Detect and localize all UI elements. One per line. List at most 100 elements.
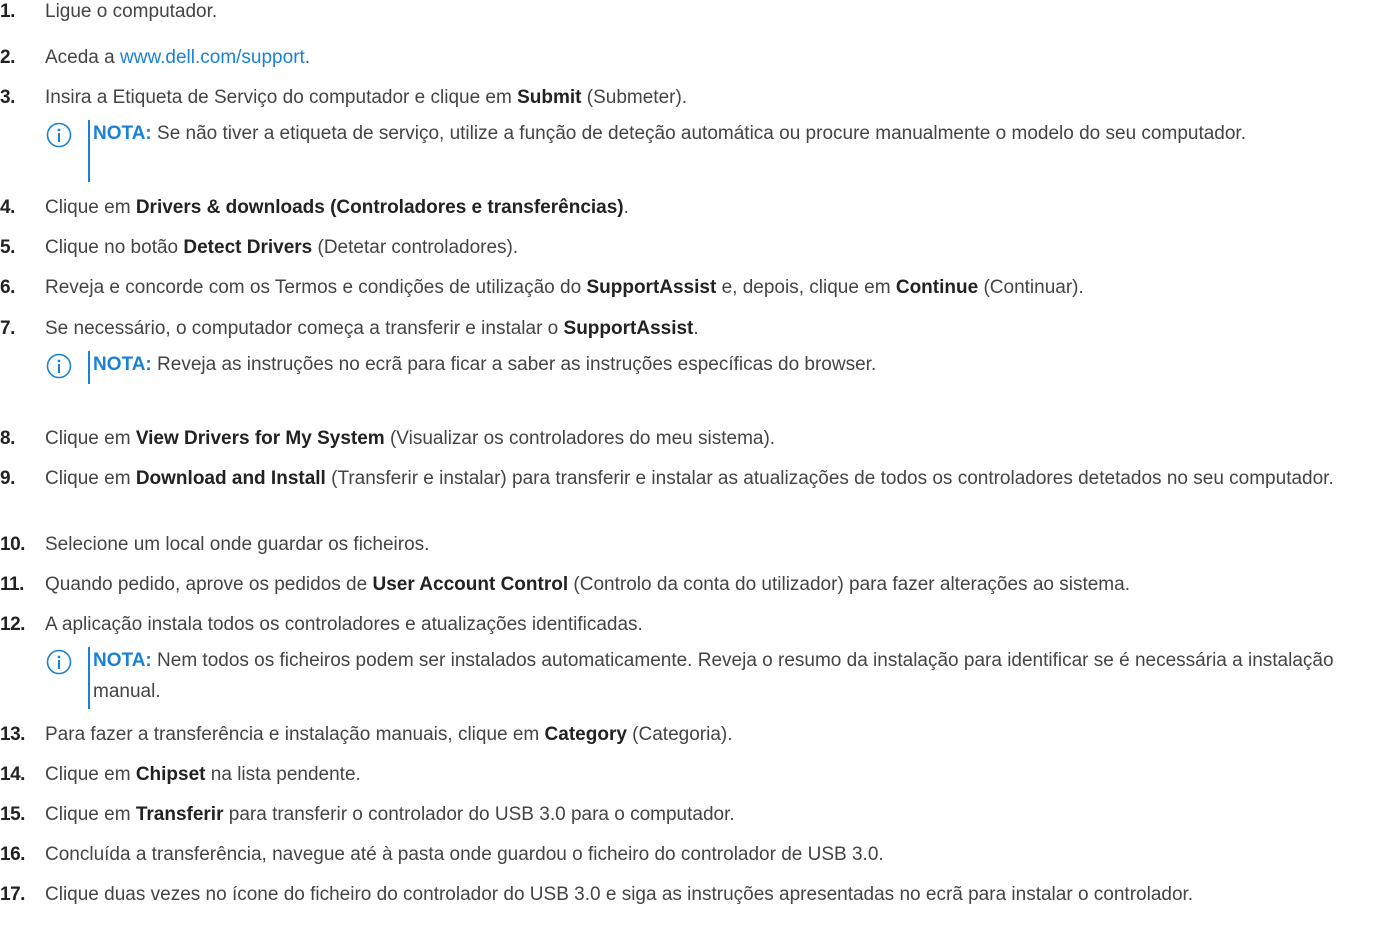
step-number: 7. <box>0 318 15 339</box>
step-text: Clique em Drivers & downloads (Controlad… <box>45 194 1380 221</box>
note-label: NOTA: <box>93 123 152 144</box>
step-number: 15. <box>0 804 25 825</box>
note-body: Se não tiver a etiqueta de serviço, util… <box>151 123 1246 144</box>
step-text: Aceda a www.dell.com/support. <box>45 44 1380 71</box>
step-text-run: . <box>623 197 629 218</box>
step-text-run: (Visualizar os controladores do meu sist… <box>384 428 776 449</box>
note-label: NOTA: <box>93 354 152 375</box>
step-6: 6. Reveja e concorde com os Termos e cond… <box>0 274 1380 301</box>
bold-term: Category <box>544 724 627 745</box>
step-11: 11. Quando pedido, aprove os pedidos de U… <box>0 571 1380 598</box>
step-text: Se necessário, o computador começa a tra… <box>45 315 1380 342</box>
step-text: Clique em View Drivers for My System (Vi… <box>45 425 1380 452</box>
step-10: 10. Selecione um local onde guardar os fi… <box>0 531 1380 558</box>
step-text: Reveja e concorde com os Termos e condiç… <box>45 274 1380 301</box>
step-text-run: Clique em <box>45 468 136 489</box>
step-number: 16. <box>0 844 25 865</box>
step-text-run: (Submeter). <box>581 87 688 108</box>
step-text-run: Para fazer a transferência e instalação … <box>45 724 545 745</box>
step-number: 8. <box>0 428 15 449</box>
step-text: Quando pedido, aprove os pedidos de User… <box>45 571 1380 598</box>
step-12: 12. A aplicação instala todos os controla… <box>0 611 1380 638</box>
info-circle-icon <box>46 122 72 148</box>
step-text: Concluída a transferência, navegue até à… <box>45 841 1380 868</box>
step-text-run: (Detetar controladores). <box>312 237 519 258</box>
step-3: 3. Insira a Etiqueta de Serviço do comput… <box>0 84 1380 111</box>
step-8: 8. Clique em View Drivers for My System (… <box>0 425 1380 452</box>
step-text-run: Ligue o computador. <box>45 1 218 22</box>
step-text-run: Reveja e concorde com os Termos e condiç… <box>45 277 587 298</box>
step-17: 17. Clique duas vezes no ícone do ficheir… <box>0 881 1380 908</box>
bold-term: SupportAssist <box>563 318 694 339</box>
bold-term: Submit <box>517 87 582 108</box>
step-1: 1. Ligue o computador. <box>0 0 1380 25</box>
step-9: 9. Clique em Download and Install (Transf… <box>0 465 1380 492</box>
bold-term: View Drivers for My System <box>135 428 385 449</box>
step-text: Para fazer a transferência e instalação … <box>45 721 1380 748</box>
note-text: NOTA: Se não tiver a etiqueta de serviço… <box>93 118 1353 149</box>
step-text-run: Clique em <box>45 764 136 785</box>
step-text-run: (Continuar). <box>978 277 1084 298</box>
support-link[interactable]: www.dell.com/support <box>120 47 305 68</box>
step-number: 4. <box>0 197 15 218</box>
step-text-run: Clique em <box>45 197 136 218</box>
bold-term: Drivers & downloads (Controladores e tra… <box>135 197 624 218</box>
note-text: NOTA: Reveja as instruções no ecrã para … <box>93 349 1353 380</box>
step-number: 3. <box>0 87 15 108</box>
step-4: 4. Clique em Drivers & downloads (Control… <box>0 194 1380 221</box>
note-body: Nem todos os ficheiros podem ser instala… <box>93 650 1334 702</box>
step-text-run: Clique no botão <box>45 237 184 258</box>
step-text-run: Clique duas vezes no ícone do ficheiro d… <box>45 884 1194 905</box>
step-number: 6. <box>0 277 15 298</box>
step-number: 5. <box>0 237 15 258</box>
step-text-run: (Categoria). <box>626 724 733 745</box>
step-text-run: . <box>304 47 311 68</box>
note-label: NOTA: <box>93 650 152 671</box>
note-body: Reveja as instruções no ecrã para ficar … <box>151 354 877 375</box>
step-text-run: Se necessário, o computador começa a tra… <box>45 318 564 339</box>
step-text-run: Clique em <box>45 428 136 449</box>
note-divider <box>88 120 90 182</box>
step-16: 16. Concluída a transferência, navegue at… <box>0 841 1380 868</box>
info-circle-icon <box>46 353 72 379</box>
step-13: 13. Para fazer a transferência e instalaç… <box>0 721 1380 748</box>
info-circle-icon <box>46 649 72 675</box>
step-text-run: Insira a Etiqueta de Serviço do computad… <box>45 87 518 108</box>
bold-term: Continue <box>895 277 979 298</box>
step-14: 14. Clique em Chipset na lista pendente. <box>0 761 1380 788</box>
step-text: Clique em Chipset na lista pendente. <box>45 761 1380 788</box>
step-15: 15. Clique em Transferir para transferir … <box>0 801 1380 828</box>
step-number: 13. <box>0 724 25 745</box>
step-text-run: A aplicação instala todos os controlador… <box>45 614 643 635</box>
step-text: Clique em Download and Install (Transfer… <box>45 465 1380 492</box>
step-2: 2. Aceda a www.dell.com/support. <box>0 44 1380 71</box>
bold-term: Chipset <box>135 764 206 785</box>
step-5: 5. Clique no botão Detect Drivers (Deteta… <box>0 234 1380 261</box>
step-text-run: Quando pedido, aprove os pedidos de <box>45 574 373 595</box>
bold-term: Download and Install <box>135 468 326 489</box>
step-text: A aplicação instala todos os controlador… <box>45 611 1380 638</box>
step-number: 9. <box>0 468 15 489</box>
step-text: Insira a Etiqueta de Serviço do computad… <box>45 84 1380 111</box>
step-number: 17. <box>0 884 25 905</box>
step-number: 14. <box>0 764 25 785</box>
step-text-run: Clique em <box>45 804 136 825</box>
step-number: 10. <box>0 534 25 555</box>
step-text: Clique duas vezes no ícone do ficheiro d… <box>45 881 1380 908</box>
step-text: Ligue o computador. <box>45 0 1380 25</box>
step-text-run: para transferir o controlador do USB 3.0… <box>223 804 735 825</box>
step-number: 12. <box>0 614 25 635</box>
note-text: NOTA: Nem todos os ficheiros podem ser i… <box>93 645 1353 707</box>
step-text-run: e, depois, clique em <box>716 277 896 298</box>
step-text-run: na lista pendente. <box>205 764 361 785</box>
step-number: 11. <box>0 574 24 595</box>
step-text-run: Selecione um local onde guardar os fiche… <box>45 534 430 555</box>
bold-term: Detect Drivers <box>183 237 313 258</box>
step-text: Selecione um local onde guardar os fiche… <box>45 531 1380 558</box>
note-divider <box>88 351 90 384</box>
note-divider <box>88 647 90 709</box>
step-text-run: (Transferir e instalar) para transferir … <box>325 468 1334 489</box>
step-text-run: Aceda a <box>45 47 120 68</box>
step-number: 1. <box>0 1 15 22</box>
step-number: 2. <box>0 47 15 68</box>
